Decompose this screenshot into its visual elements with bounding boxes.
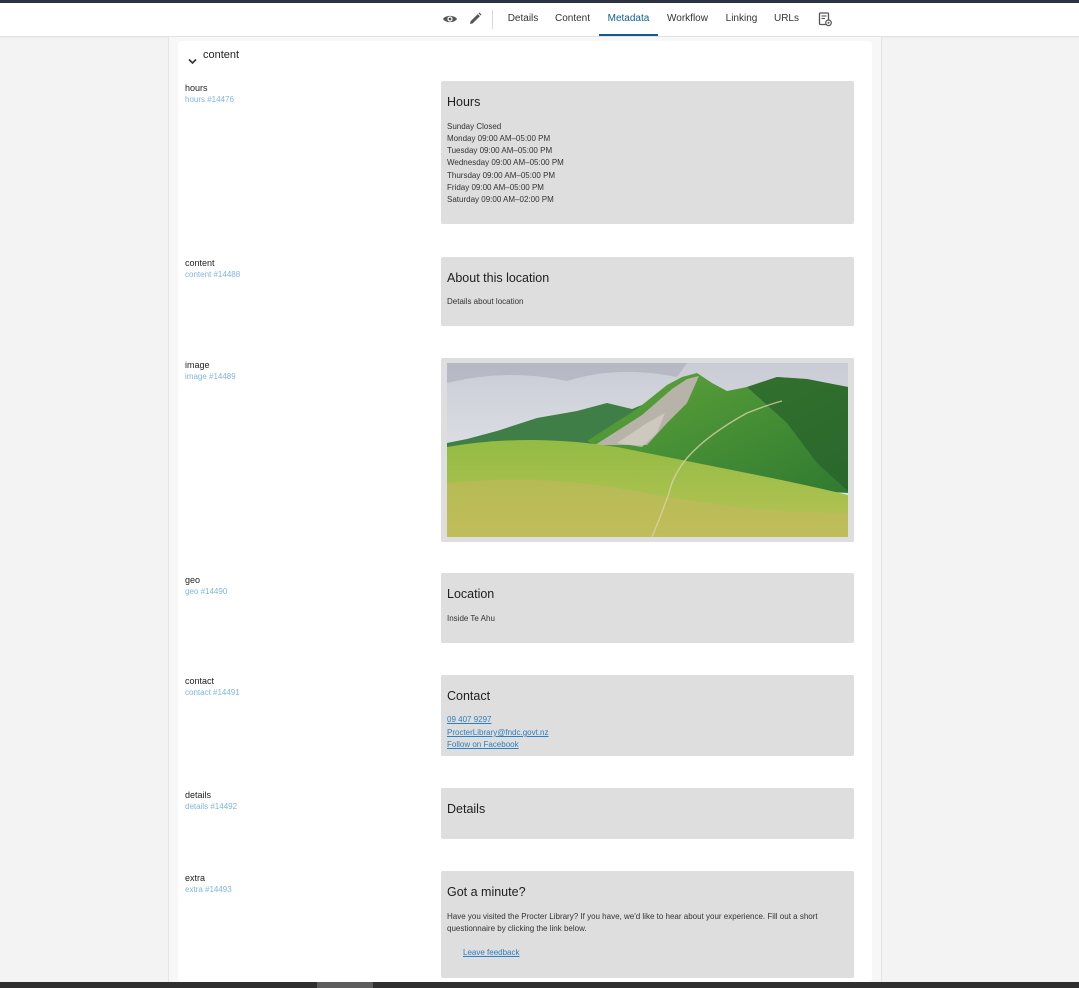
tab-workflow[interactable]: Workflow <box>663 3 712 36</box>
card-title: About this location <box>447 271 550 285</box>
hours-line: Thursday 09:00 AM–05:00 PM <box>447 171 556 180</box>
chevron-down-icon[interactable] <box>188 52 197 70</box>
pencil-icon[interactable] <box>467 11 483 27</box>
location-card: Location Inside Te Ahu <box>441 573 854 643</box>
hours-line: Friday 09:00 AM–05:00 PM <box>447 183 544 192</box>
feedback-card: Got a minute? Have you visited the Proct… <box>441 871 854 978</box>
about-location-card: About this location Details about locati… <box>441 257 854 326</box>
bottom-scrollbar[interactable] <box>0 982 1079 988</box>
page-settings-icon[interactable] <box>817 11 833 27</box>
field-ref-extra[interactable]: extra #14493 <box>185 885 232 894</box>
section-title: content <box>203 49 240 61</box>
field-label-details: details <box>185 790 212 800</box>
field-label-image: image <box>185 360 210 370</box>
hours-line: Sunday Closed <box>447 122 502 131</box>
field-ref-image[interactable]: image #14489 <box>185 372 236 381</box>
details-card: Details <box>441 788 854 839</box>
tab-urls[interactable]: URLs <box>771 3 802 36</box>
hours-line: Tuesday 09:00 AM–05:00 PM <box>447 146 553 155</box>
card-title: Hours <box>447 95 481 109</box>
leave-feedback-link[interactable]: Leave feedback <box>463 948 520 957</box>
tab-linking[interactable]: Linking <box>721 3 762 36</box>
landscape-image <box>447 363 848 537</box>
eye-icon[interactable] <box>442 11 458 27</box>
phone-link[interactable]: 09 407 9297 <box>447 715 492 724</box>
field-label-contact: contact <box>185 676 215 686</box>
card-title: Contact <box>447 689 491 703</box>
card-title: Details <box>447 802 486 816</box>
card-title: Got a minute? <box>447 885 526 899</box>
hours-line: Monday 09:00 AM–05:00 PM <box>447 134 551 143</box>
card-body: Inside Te Ahu <box>447 614 495 623</box>
field-label-hours: hours <box>185 83 208 93</box>
card-body: Have you visited the Procter Library? If… <box>447 912 818 933</box>
toolbar-divider <box>492 10 493 29</box>
field-label-content: content <box>185 258 215 268</box>
contact-card: Contact 09 407 9297 ProcterLibrary@fndc.… <box>441 675 854 756</box>
card-title: Location <box>447 587 495 601</box>
field-ref-details[interactable]: details #14492 <box>185 802 237 811</box>
field-ref-hours[interactable]: hours #14476 <box>185 95 234 104</box>
hours-card: Hours Sunday Closed Monday 09:00 AM–05:0… <box>441 81 854 224</box>
tab-metadata[interactable]: Metadata <box>599 3 658 36</box>
email-link[interactable]: ProcterLibrary@fndc.govt.nz <box>447 728 549 737</box>
image-card <box>441 358 854 542</box>
scrollbar-thumb[interactable] <box>317 982 373 988</box>
card-body: Details about location <box>447 297 524 306</box>
field-ref-contact[interactable]: contact #14491 <box>185 688 240 697</box>
field-label-geo: geo <box>185 575 201 585</box>
field-ref-geo[interactable]: geo #14490 <box>185 587 227 596</box>
tab-content[interactable]: Content <box>550 3 595 36</box>
hours-line: Saturday 09:00 AM–02:00 PM <box>447 195 554 204</box>
hours-line: Wednesday 09:00 AM–05:00 PM <box>447 158 564 167</box>
facebook-link[interactable]: Follow on Facebook <box>447 740 519 749</box>
field-ref-content[interactable]: content #14488 <box>185 270 240 279</box>
tab-details[interactable]: Details <box>502 3 544 36</box>
page-toolbar: Details Content Metadata Workflow Linkin… <box>0 3 1079 37</box>
field-label-extra: extra <box>185 873 206 883</box>
